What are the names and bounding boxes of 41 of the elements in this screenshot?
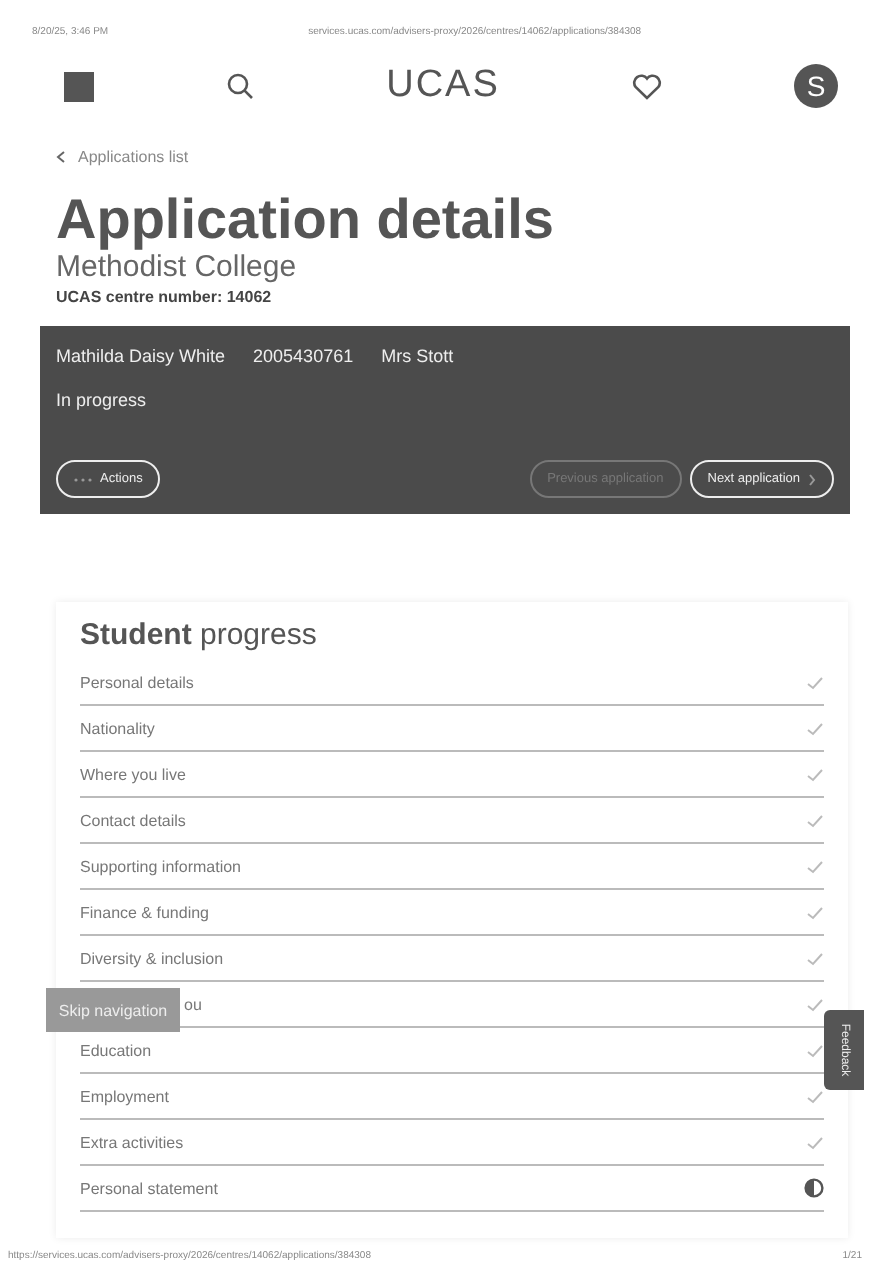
heart-icon[interactable] [631, 73, 662, 99]
progress-item[interactable]: Employment [80, 1087, 169, 1105]
check-icon [806, 1043, 824, 1057]
check-icon [806, 813, 824, 827]
chevron-right-icon [808, 473, 816, 485]
check-icon [806, 1135, 824, 1149]
page-title: Application details [56, 190, 556, 250]
progress-item[interactable]: Finance & funding [80, 903, 209, 921]
progress-item[interactable]: Education [80, 1041, 152, 1059]
progress-item[interactable]: Diversity & inclusion [80, 949, 224, 967]
avatar[interactable]: S [793, 64, 838, 108]
progress-item[interactable]: Extra activities [80, 1133, 184, 1151]
progress-item[interactable]: Contact details [80, 811, 186, 829]
progress-item[interactable]: Supporting information [80, 857, 241, 875]
centre-number: UCAS centre number: 14062 [56, 288, 274, 306]
check-icon [806, 767, 824, 781]
search-icon[interactable] [226, 72, 255, 100]
card-title: Student progress [80, 618, 319, 652]
check-icon [806, 1089, 824, 1103]
back-link[interactable]: Applications list [56, 148, 890, 166]
check-icon [806, 905, 824, 919]
check-icon [806, 859, 824, 873]
progress-item[interactable]: Nationality [80, 719, 155, 737]
college-name: Methodist College [56, 250, 299, 284]
skip-navigation-link[interactable]: Skip navigation [46, 988, 180, 1032]
menu-icon[interactable] [64, 71, 94, 101]
application-status: In progress [56, 390, 147, 410]
ucas-logo[interactable]: UCAS [386, 64, 500, 108]
student-name: Mathilda Daisy White [56, 346, 226, 366]
chevron-left-icon [56, 150, 66, 164]
progress-item[interactable]: Personal details [80, 673, 194, 691]
check-icon [806, 951, 824, 965]
student-id: 2005430761 [253, 346, 354, 366]
check-icon [806, 997, 824, 1011]
adviser-name: Mrs Stott [381, 346, 454, 366]
progress-item[interactable]: Personal statement [80, 1179, 218, 1197]
check-icon [806, 675, 824, 689]
progress-item[interactable]: Where you live [80, 765, 186, 783]
progress-item[interactable]: ou [184, 995, 202, 1013]
check-icon [806, 721, 824, 735]
half-circle-icon [804, 1178, 824, 1198]
